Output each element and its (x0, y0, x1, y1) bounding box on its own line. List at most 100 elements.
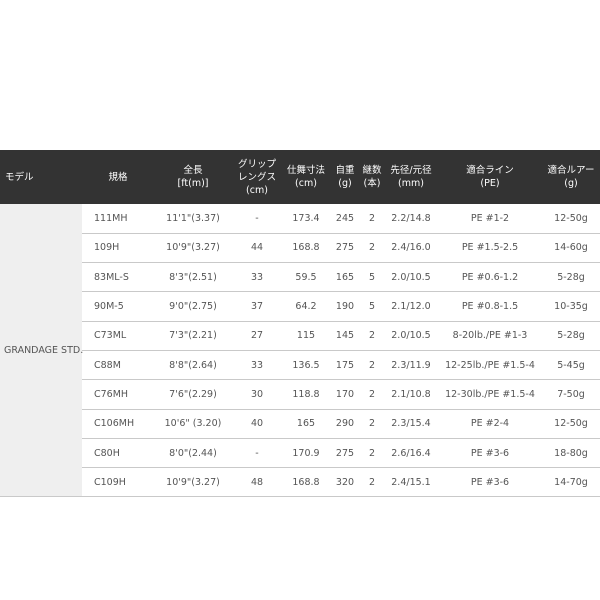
cell-pieces: 2 (360, 233, 384, 264)
cell-closed: 173.4 (282, 204, 330, 234)
cell-closed: 165 (282, 409, 330, 439)
cell-spec: C76MH (82, 379, 154, 410)
cell-length: 7'6"(2.29) (154, 379, 232, 410)
cell-weight: 165 (330, 262, 360, 293)
cell-lure: 10-35g (542, 291, 600, 322)
cell-pieces: 2 (360, 379, 384, 410)
cell-lure: 5-28g (542, 262, 600, 293)
cell-grip: 40 (232, 409, 282, 439)
cell-length: 7'3"(2.21) (154, 321, 232, 351)
cell-diameter: 2.2/14.8 (384, 204, 438, 234)
cell-lure: 18-80g (542, 438, 600, 469)
cell-diameter: 2.3/11.9 (384, 350, 438, 381)
cell-pieces: 2 (360, 409, 384, 439)
cell-diameter: 2.1/10.8 (384, 379, 438, 410)
cell-pieces: 2 (360, 321, 384, 351)
cell-closed: 59.5 (282, 262, 330, 293)
table-body: GRANDAGE STD. 111MH 11'1"(3.37) -173.4 245 2 2… (0, 204, 600, 498)
cell-line: PE #1-2 (438, 204, 542, 234)
cell-length: 11'1"(3.37) (154, 204, 232, 234)
cell-line: 12-25lb./PE #1.5-4 (438, 350, 542, 381)
cell-closed: 64.2 (282, 291, 330, 322)
cell-grip: 44 (232, 233, 282, 264)
cell-line: PE #2-4 (438, 409, 542, 439)
cell-spec: 83ML-S (82, 262, 154, 293)
cell-weight: 275 (330, 233, 360, 264)
cell-grip: 37 (232, 291, 282, 322)
table-row: C76MH 7'6"(2.29) 30 118.8 170 2 2.1/10.8 12-30l… (0, 379, 600, 410)
cell-grip: - (232, 204, 282, 234)
header-line: 適合ライン (PE) (466, 165, 514, 189)
cell-pieces: 2 (360, 350, 384, 381)
cell-spec: C73ML (82, 321, 154, 351)
cell-closed: 168.8 (282, 467, 330, 498)
cell-lure: 5-28g (542, 321, 600, 351)
cell-grip: 27 (232, 321, 282, 351)
cell-spec: C80H (82, 438, 154, 469)
cell-lure: 5-45g (542, 350, 600, 381)
cell-weight: 170 (330, 379, 360, 410)
cell-length: 10'6" (3.20) (154, 409, 232, 439)
cell-weight: 245 (330, 204, 360, 234)
cell-line: PE #3-6 (438, 438, 542, 469)
cell-closed: 168.8 (282, 233, 330, 264)
cell-line: PE #3-6 (438, 467, 542, 498)
cell-line: 8-20lb./PE #1-3 (438, 321, 542, 351)
cell-line: 12-30lb./PE #1.5-4 (438, 379, 542, 410)
header-model: モデル (5, 171, 34, 183)
cell-length: 10'9"(3.27) (154, 467, 232, 498)
cell-diameter: 2.0/10.5 (384, 321, 438, 351)
cell-closed: 136.5 (282, 350, 330, 381)
cell-diameter: 2.6/16.4 (384, 438, 438, 469)
table-row: C106MH 10'6" (3.20) 40 165 290 2 2.3/15.4 PE #2… (0, 409, 600, 439)
cell-spec: C88M (82, 350, 154, 381)
cell-length: 9'0"(2.75) (154, 291, 232, 322)
cell-grip: - (232, 438, 282, 469)
cell-lure: 12-50g (542, 409, 600, 439)
cell-grip: 30 (232, 379, 282, 410)
table-row: GRANDAGE STD. 111MH 11'1"(3.37) -173.4 245 2 2… (0, 204, 600, 498)
table-row: C73ML 7'3"(2.21) 27 115 145 2 2.0/10.5 8-20lb./… (0, 321, 600, 351)
header-length: 全長 [ft(m)] (177, 165, 209, 189)
cell-weight: 290 (330, 409, 360, 439)
cell-grip: 33 (232, 350, 282, 381)
cell-spec: C109H (82, 467, 154, 498)
cell-length: 8'8"(2.64) (154, 350, 232, 381)
cell-weight: 320 (330, 467, 360, 498)
table-row: 90M-5 9'0"(2.75) 37 64.2 190 5 2.1/12.0 PE #0.8… (0, 291, 600, 322)
cell-lure: 14-70g (542, 467, 600, 498)
table-row: C109H 10'9"(3.27) 48 168.8 320 2 2.4/15.1 PE #3… (0, 467, 600, 498)
cell-weight: 275 (330, 438, 360, 469)
cell-grip: 48 (232, 467, 282, 498)
cell-grip: 33 (232, 262, 282, 293)
header-weight: 自重 (g) (335, 165, 355, 189)
cell-spec: 111MH (82, 204, 154, 234)
cell-diameter: 2.0/10.5 (384, 262, 438, 293)
cell-lure: 12-50g (542, 204, 600, 234)
cell-length: 8'0"(2.44) (154, 438, 232, 469)
cell-lure: 14-60g (542, 233, 600, 264)
header-spec: 規格 (108, 171, 128, 183)
cell-line: PE #1.5-2.5 (438, 233, 542, 264)
cell-pieces: 2 (360, 467, 384, 498)
cell-line: PE #0.8-1.5 (438, 291, 542, 322)
cell-spec: 90M-5 (82, 291, 154, 322)
header-lure: 適合ルアー (g) (547, 165, 595, 189)
cell-pieces: 5 (360, 291, 384, 322)
cell-length: 10'9"(3.27) (154, 233, 232, 264)
cell-spec: 109H (82, 233, 154, 264)
header-row: モデル 規格 全長 [ft(m)] グリップ レングス (cm) 仕舞寸法 (cm) 自… (0, 150, 600, 204)
table-row: 83ML-S 8'3"(2.51) 33 59.5 165 5 2.0/10.5 PE #0.… (0, 262, 600, 293)
spec-table: モデル 規格 全長 [ft(m)] グリップ レングス (cm) 仕舞寸法 (cm) 自… (0, 150, 600, 498)
cell-diameter: 2.4/15.1 (384, 467, 438, 498)
header-closed: 仕舞寸法 (cm) (286, 165, 325, 189)
cell-line: PE #0.6-1.2 (438, 262, 542, 293)
cell-pieces: 5 (360, 262, 384, 293)
table-row: C80H 8'0"(2.44) -170.9 275 2 2.6/16.4 PE #3-6 1… (0, 438, 600, 469)
cell-closed: 115 (282, 321, 330, 351)
cell-length: 8'3"(2.51) (154, 262, 232, 293)
cell-diameter: 2.4/16.0 (384, 233, 438, 264)
header-diameter: 先径/元径 (mm) (390, 165, 432, 189)
cell-diameter: 2.3/15.4 (384, 409, 438, 439)
cell-weight: 145 (330, 321, 360, 351)
